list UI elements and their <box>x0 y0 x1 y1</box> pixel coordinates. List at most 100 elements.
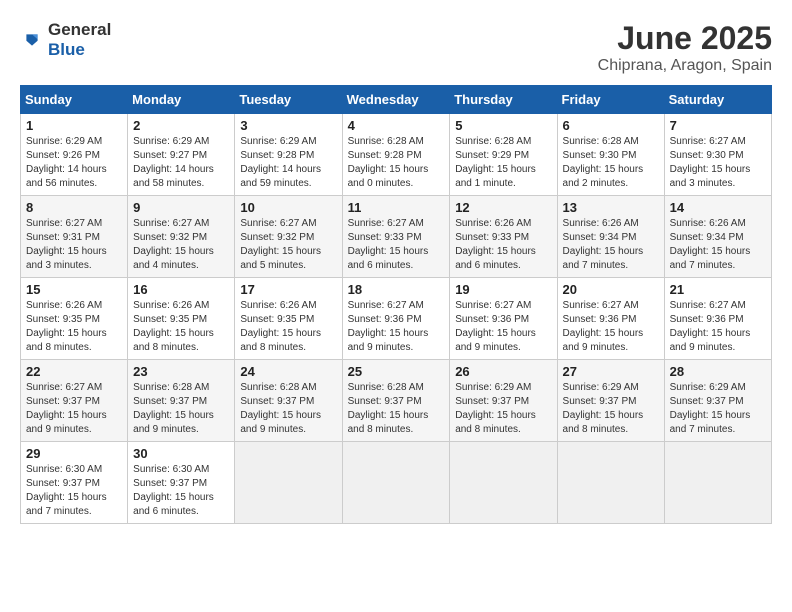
day-number: 20 <box>563 282 659 297</box>
sunrise-text: Sunrise: 6:28 AM <box>240 382 316 393</box>
sunrise-text: Sunrise: 6:26 AM <box>670 218 746 229</box>
day-number: 17 <box>240 282 336 297</box>
sunrise-text: Sunrise: 6:29 AM <box>670 382 746 393</box>
daylight-text: Daylight: 15 hours and 7 minutes. <box>26 492 107 517</box>
sunset-text: Sunset: 9:26 PM <box>26 150 100 161</box>
sunrise-text: Sunrise: 6:29 AM <box>26 136 102 147</box>
daylight-text: Daylight: 15 hours and 8 minutes. <box>563 410 644 435</box>
sunset-text: Sunset: 9:37 PM <box>133 478 207 489</box>
daylight-text: Daylight: 14 hours and 59 minutes. <box>240 164 321 189</box>
sunrise-text: Sunrise: 6:27 AM <box>670 300 746 311</box>
daylight-text: Daylight: 15 hours and 9 minutes. <box>348 328 429 353</box>
sunrise-text: Sunrise: 6:27 AM <box>26 382 102 393</box>
day-number: 24 <box>240 364 336 379</box>
calendar: SundayMondayTuesdayWednesdayThursdayFrid… <box>20 85 772 524</box>
day-number: 3 <box>240 118 336 133</box>
day-info: Sunrise: 6:26 AM Sunset: 9:35 PM Dayligh… <box>26 299 122 355</box>
day-number: 29 <box>26 446 122 461</box>
calendar-cell: 19 Sunrise: 6:27 AM Sunset: 9:36 PM Dayl… <box>450 278 557 360</box>
sunrise-text: Sunrise: 6:28 AM <box>563 136 639 147</box>
calendar-header-row: SundayMondayTuesdayWednesdayThursdayFrid… <box>21 86 772 114</box>
week-row-5: 29 Sunrise: 6:30 AM Sunset: 9:37 PM Dayl… <box>21 442 772 524</box>
day-number: 5 <box>455 118 551 133</box>
day-header-friday: Friday <box>557 86 664 114</box>
day-number: 6 <box>563 118 659 133</box>
daylight-text: Daylight: 14 hours and 56 minutes. <box>26 164 107 189</box>
day-info: Sunrise: 6:26 AM Sunset: 9:33 PM Dayligh… <box>455 217 551 273</box>
daylight-text: Daylight: 15 hours and 3 minutes. <box>26 246 107 271</box>
day-info: Sunrise: 6:29 AM Sunset: 9:27 PM Dayligh… <box>133 135 229 191</box>
day-info: Sunrise: 6:27 AM Sunset: 9:31 PM Dayligh… <box>26 217 122 273</box>
sunset-text: Sunset: 9:37 PM <box>26 478 100 489</box>
calendar-cell: 24 Sunrise: 6:28 AM Sunset: 9:37 PM Dayl… <box>235 360 342 442</box>
calendar-cell: 3 Sunrise: 6:29 AM Sunset: 9:28 PM Dayli… <box>235 114 342 196</box>
calendar-cell: 7 Sunrise: 6:27 AM Sunset: 9:30 PM Dayli… <box>664 114 771 196</box>
logo-blue: Blue <box>48 40 85 59</box>
logo-icon <box>20 28 44 52</box>
daylight-text: Daylight: 15 hours and 9 minutes. <box>563 328 644 353</box>
day-number: 2 <box>133 118 229 133</box>
month-title: June 2025 <box>598 20 772 57</box>
day-number: 9 <box>133 200 229 215</box>
day-number: 13 <box>563 200 659 215</box>
day-info: Sunrise: 6:27 AM Sunset: 9:36 PM Dayligh… <box>563 299 659 355</box>
sunset-text: Sunset: 9:27 PM <box>133 150 207 161</box>
daylight-text: Daylight: 15 hours and 9 minutes. <box>455 328 536 353</box>
calendar-cell: 12 Sunrise: 6:26 AM Sunset: 9:33 PM Dayl… <box>450 196 557 278</box>
sunrise-text: Sunrise: 6:26 AM <box>240 300 316 311</box>
sunset-text: Sunset: 9:30 PM <box>670 150 744 161</box>
day-info: Sunrise: 6:27 AM Sunset: 9:32 PM Dayligh… <box>133 217 229 273</box>
sunrise-text: Sunrise: 6:29 AM <box>240 136 316 147</box>
day-header-saturday: Saturday <box>664 86 771 114</box>
daylight-text: Daylight: 15 hours and 4 minutes. <box>133 246 214 271</box>
day-number: 10 <box>240 200 336 215</box>
day-info: Sunrise: 6:27 AM Sunset: 9:32 PM Dayligh… <box>240 217 336 273</box>
sunset-text: Sunset: 9:36 PM <box>455 314 529 325</box>
calendar-cell <box>557 442 664 524</box>
daylight-text: Daylight: 15 hours and 9 minutes. <box>26 410 107 435</box>
day-info: Sunrise: 6:27 AM Sunset: 9:36 PM Dayligh… <box>348 299 445 355</box>
sunset-text: Sunset: 9:37 PM <box>26 396 100 407</box>
day-header-monday: Monday <box>128 86 235 114</box>
sunrise-text: Sunrise: 6:30 AM <box>26 464 102 475</box>
sunrise-text: Sunrise: 6:27 AM <box>455 300 531 311</box>
logo: General Blue <box>20 20 111 60</box>
logo-general: General <box>48 20 111 39</box>
day-number: 25 <box>348 364 445 379</box>
day-info: Sunrise: 6:28 AM Sunset: 9:28 PM Dayligh… <box>348 135 445 191</box>
sunrise-text: Sunrise: 6:28 AM <box>133 382 209 393</box>
sunrise-text: Sunrise: 6:27 AM <box>563 300 639 311</box>
calendar-cell: 25 Sunrise: 6:28 AM Sunset: 9:37 PM Dayl… <box>342 360 450 442</box>
sunrise-text: Sunrise: 6:27 AM <box>240 218 316 229</box>
sunset-text: Sunset: 9:33 PM <box>455 232 529 243</box>
day-header-sunday: Sunday <box>21 86 128 114</box>
day-number: 14 <box>670 200 766 215</box>
day-info: Sunrise: 6:29 AM Sunset: 9:37 PM Dayligh… <box>670 381 766 437</box>
sunset-text: Sunset: 9:30 PM <box>563 150 637 161</box>
day-number: 21 <box>670 282 766 297</box>
sunset-text: Sunset: 9:37 PM <box>133 396 207 407</box>
sunset-text: Sunset: 9:35 PM <box>240 314 314 325</box>
daylight-text: Daylight: 15 hours and 6 minutes. <box>455 246 536 271</box>
calendar-cell: 14 Sunrise: 6:26 AM Sunset: 9:34 PM Dayl… <box>664 196 771 278</box>
calendar-cell: 5 Sunrise: 6:28 AM Sunset: 9:29 PM Dayli… <box>450 114 557 196</box>
sunrise-text: Sunrise: 6:29 AM <box>455 382 531 393</box>
day-info: Sunrise: 6:29 AM Sunset: 9:28 PM Dayligh… <box>240 135 336 191</box>
day-number: 19 <box>455 282 551 297</box>
day-info: Sunrise: 6:26 AM Sunset: 9:34 PM Dayligh… <box>670 217 766 273</box>
day-info: Sunrise: 6:28 AM Sunset: 9:29 PM Dayligh… <box>455 135 551 191</box>
calendar-cell: 4 Sunrise: 6:28 AM Sunset: 9:28 PM Dayli… <box>342 114 450 196</box>
day-info: Sunrise: 6:27 AM Sunset: 9:30 PM Dayligh… <box>670 135 766 191</box>
week-row-4: 22 Sunrise: 6:27 AM Sunset: 9:37 PM Dayl… <box>21 360 772 442</box>
calendar-cell: 29 Sunrise: 6:30 AM Sunset: 9:37 PM Dayl… <box>21 442 128 524</box>
sunset-text: Sunset: 9:35 PM <box>133 314 207 325</box>
sunset-text: Sunset: 9:31 PM <box>26 232 100 243</box>
daylight-text: Daylight: 15 hours and 2 minutes. <box>563 164 644 189</box>
daylight-text: Daylight: 15 hours and 3 minutes. <box>670 164 751 189</box>
day-number: 18 <box>348 282 445 297</box>
sunset-text: Sunset: 9:34 PM <box>563 232 637 243</box>
day-header-thursday: Thursday <box>450 86 557 114</box>
day-info: Sunrise: 6:29 AM Sunset: 9:37 PM Dayligh… <box>563 381 659 437</box>
sunrise-text: Sunrise: 6:26 AM <box>26 300 102 311</box>
sunset-text: Sunset: 9:37 PM <box>348 396 422 407</box>
